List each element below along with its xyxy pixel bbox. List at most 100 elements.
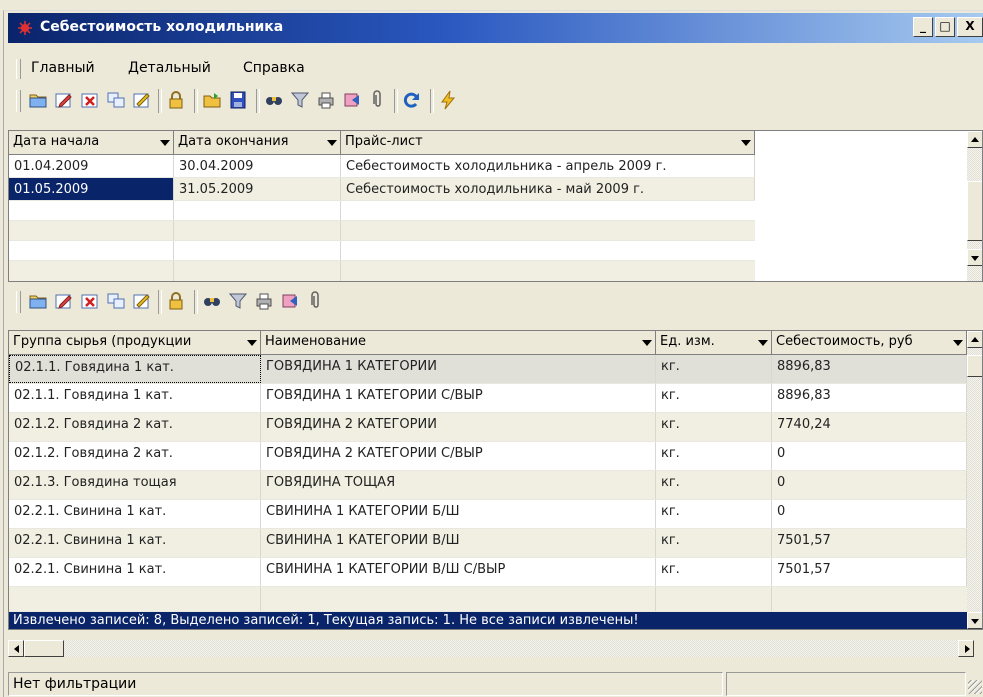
copy-icon[interactable] xyxy=(106,291,126,311)
find-icon[interactable] xyxy=(264,90,284,110)
table-row[interactable]: 02.2.1. Свинина 1 кат. СВИНИНА 1 КАТЕГОР… xyxy=(9,500,967,529)
refresh-icon[interactable] xyxy=(402,90,422,110)
close-button[interactable]: X xyxy=(957,17,983,37)
column-header-label: Дата окончания xyxy=(178,134,289,149)
price-list-cell: Себестоимость холодильника - апрель 2009… xyxy=(341,155,755,177)
chevron-down-icon[interactable] xyxy=(642,340,652,346)
title-bar[interactable]: Себестоимость холодильника _ □ X xyxy=(8,13,983,43)
price-grid-vertical-scrollbar[interactable] xyxy=(967,131,982,281)
attach-icon[interactable] xyxy=(306,291,326,311)
scroll-up-arrow-icon xyxy=(971,337,979,342)
end-date-cell: 31.05.2009 xyxy=(174,178,341,200)
open-folder-icon[interactable] xyxy=(28,291,48,311)
table-row[interactable]: 02.1.1. Говядина 1 кат. ГОВЯДИНА 1 КАТЕГ… xyxy=(9,355,967,384)
minimize-button[interactable]: _ xyxy=(913,17,933,37)
column-header-cost[interactable]: Себестоимость, руб xyxy=(772,331,967,355)
table-row[interactable]: 02.1.2. Говядина 2 кат. ГОВЯДИНА 2 КАТЕГ… xyxy=(9,442,967,471)
table-row[interactable]: 01.05.2009 31.05.2009 Себестоимость холо… xyxy=(9,178,755,201)
chevron-down-icon[interactable] xyxy=(953,340,963,346)
edit-icon[interactable] xyxy=(54,291,74,311)
lock-icon[interactable] xyxy=(166,291,186,311)
scroll-down-button[interactable] xyxy=(967,249,982,266)
table-row[interactable]: 02.1.1. Говядина 1 кат. ГОВЯДИНА 1 КАТЕГ… xyxy=(9,384,967,413)
column-header-name[interactable]: Наименование xyxy=(261,331,656,355)
table-row[interactable]: 02.1.3. Говядина тощая ГОВЯДИНА ТОЩАЯ кг… xyxy=(9,471,967,500)
unit-cell: кг. xyxy=(656,442,772,470)
scroll-left-arrow-icon xyxy=(14,645,19,653)
toolbar-separator xyxy=(158,89,162,113)
toolbar-grip[interactable] xyxy=(16,90,21,112)
export-icon[interactable] xyxy=(280,291,300,311)
export-icon[interactable] xyxy=(342,90,362,110)
chevron-down-icon[interactable] xyxy=(247,340,257,346)
column-header-group[interactable]: Группа сырья (продукции xyxy=(9,331,261,355)
chevron-down-icon[interactable] xyxy=(160,140,170,146)
toolbar-separator xyxy=(194,290,198,314)
scroll-thumb[interactable] xyxy=(967,181,982,241)
open-folder-icon[interactable] xyxy=(28,90,48,110)
column-header-start-date[interactable]: Дата начала xyxy=(9,131,174,155)
scroll-left-button[interactable] xyxy=(8,640,24,657)
toolbar-grip[interactable] xyxy=(16,291,21,313)
delete-icon[interactable] xyxy=(80,90,100,110)
print-icon[interactable] xyxy=(254,291,274,311)
horizontal-scroll-thumb[interactable] xyxy=(24,640,64,657)
unit-cell: кг. xyxy=(656,500,772,528)
empty-row xyxy=(9,261,755,281)
group-cell: 02.1.2. Говядина 2 кат. xyxy=(9,413,261,441)
menu-grip[interactable] xyxy=(16,59,21,79)
empty-row xyxy=(9,221,755,241)
menu-detail[interactable]: Детальный xyxy=(128,60,211,76)
scroll-down-arrow-icon xyxy=(971,256,979,261)
menu-help[interactable]: Справка xyxy=(243,60,305,76)
menu-main[interactable]: Главный xyxy=(31,60,95,76)
scroll-up-button[interactable] xyxy=(967,331,982,348)
chevron-down-icon[interactable] xyxy=(758,340,768,346)
empty-cell xyxy=(9,241,174,260)
delete-icon[interactable] xyxy=(80,291,100,311)
column-header-unit[interactable]: Ед. изм. xyxy=(656,331,772,355)
table-row[interactable]: 02.1.2. Говядина 2 кат. ГОВЯДИНА 2 КАТЕГ… xyxy=(9,413,967,442)
horizontal-scrollbar[interactable] xyxy=(8,640,974,657)
scroll-right-arrow-icon xyxy=(965,645,970,653)
group-cell: 02.2.1. Свинина 1 кат. xyxy=(9,529,261,557)
scroll-thumb[interactable] xyxy=(967,355,982,377)
table-row[interactable]: 01.04.2009 30.04.2009 Себестоимость холо… xyxy=(9,155,755,178)
name-cell: СВИНИНА 1 КАТЕГОРИИ В/Ш xyxy=(261,529,656,557)
print-icon[interactable] xyxy=(316,90,336,110)
find-icon[interactable] xyxy=(202,291,222,311)
lock-icon[interactable] xyxy=(166,90,186,110)
scroll-right-button[interactable] xyxy=(958,640,974,657)
edit-icon[interactable] xyxy=(54,90,74,110)
column-header-price-list[interactable]: Прайс-лист xyxy=(341,131,755,155)
funnel-icon[interactable] xyxy=(228,291,248,311)
resize-grip-icon[interactable] xyxy=(968,680,982,694)
empty-cell xyxy=(174,261,341,281)
price-list-grid: Дата начала Дата окончания Прайс-лист 01… xyxy=(8,130,983,282)
save-icon[interactable] xyxy=(228,90,248,110)
unit-cell: кг. xyxy=(656,384,772,412)
funnel-icon[interactable] xyxy=(290,90,310,110)
start-date-cell: 01.04.2009 xyxy=(9,155,174,177)
lightning-icon[interactable] xyxy=(438,90,458,110)
group-cell: 02.2.1. Свинина 1 кат. xyxy=(9,558,261,586)
name-cell: СВИНИНА 1 КАТЕГОРИИ Б/Ш xyxy=(261,500,656,528)
copy-icon[interactable] xyxy=(106,90,126,110)
attach-icon[interactable] xyxy=(368,90,388,110)
cost-cell: 7740,24 xyxy=(772,413,967,441)
table-row[interactable]: 02.2.1. Свинина 1 кат. СВИНИНА 1 КАТЕГОР… xyxy=(9,529,967,558)
table-row[interactable]: 02.2.1. Свинина 1 кат. СВИНИНА 1 КАТЕГОР… xyxy=(9,558,967,587)
chevron-down-icon[interactable] xyxy=(741,140,751,146)
edit-doc-icon[interactable] xyxy=(132,291,152,311)
column-header-end-date[interactable]: Дата окончания xyxy=(174,131,341,155)
empty-row xyxy=(9,241,755,261)
open-file-icon[interactable] xyxy=(202,90,222,110)
toolbar-separator xyxy=(256,89,260,113)
edit-doc-icon[interactable] xyxy=(132,90,152,110)
toolbar-separator xyxy=(394,89,398,113)
scroll-up-button[interactable] xyxy=(967,131,982,148)
detail-grid-vertical-scrollbar[interactable] xyxy=(967,331,982,629)
scroll-down-button[interactable] xyxy=(967,612,982,629)
maximize-button[interactable]: □ xyxy=(935,17,955,37)
chevron-down-icon[interactable] xyxy=(327,140,337,146)
